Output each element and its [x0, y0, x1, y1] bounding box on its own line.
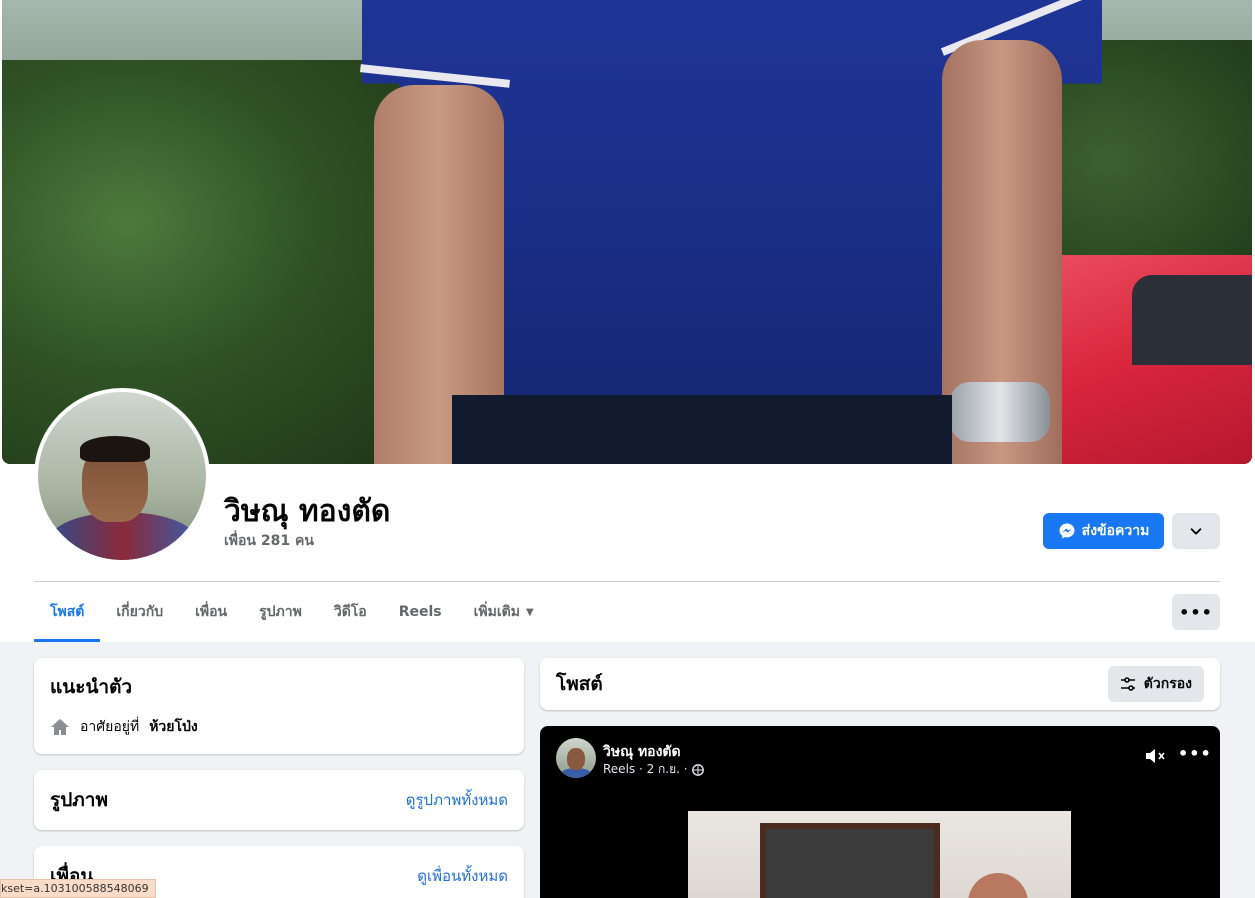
- profile-avatar[interactable]: [34, 388, 210, 564]
- status-bar-url: kset=a.103100588548069: [0, 879, 156, 898]
- reel-video[interactable]: [688, 811, 1071, 898]
- friend-count[interactable]: เพื่อน 281 คน: [224, 530, 314, 552]
- mute-button[interactable]: [1144, 746, 1166, 770]
- caret-down-icon: ▼: [525, 606, 534, 618]
- home-icon: [51, 719, 69, 735]
- tab-posts[interactable]: โพสต์: [34, 582, 101, 642]
- speaker-muted-icon: [1146, 749, 1165, 763]
- lives-in-label: อาศัยอยู่ที่: [80, 719, 140, 735]
- post-meta-text[interactable]: Reels · 2 ก.ย. ·: [603, 760, 688, 779]
- tab-about[interactable]: เกี่ยวกับ: [100, 582, 179, 642]
- lives-in-row: อาศัยอยู่ที่ ห้วยโป่ง: [50, 716, 508, 738]
- tab-videos[interactable]: วิดีโอ: [318, 582, 383, 642]
- photos-title[interactable]: รูปภาพ: [50, 785, 108, 815]
- tab-photos[interactable]: รูปภาพ: [243, 582, 318, 642]
- ellipsis-icon: •••: [1178, 744, 1212, 763]
- profile-tabs: โพสต์ เกี่ยวกับ เพื่อน รูปภาพ วิดีโอ Ree…: [34, 582, 550, 642]
- photos-card: รูปภาพ ดูรูปภาพทั้งหมด: [34, 770, 524, 830]
- more-options-button[interactable]: •••: [1172, 594, 1220, 630]
- post-author-avatar[interactable]: [556, 738, 596, 778]
- posts-title: โพสต์: [556, 673, 603, 695]
- tab-friends[interactable]: เพื่อน: [179, 582, 243, 642]
- profile-name: วิษณุ ทองตัด: [224, 494, 391, 529]
- filter-icon: [1120, 677, 1135, 691]
- tab-more[interactable]: เพิ่มเติม ▼: [458, 582, 550, 642]
- posts-header-card: โพสต์ ตัวกรอง: [540, 658, 1220, 710]
- filter-label: ตัวกรอง: [1143, 676, 1192, 692]
- chevron-down-icon: [1190, 528, 1202, 535]
- filter-button[interactable]: ตัวกรอง: [1107, 666, 1204, 702]
- post-options-button[interactable]: •••: [1178, 744, 1212, 763]
- globe-icon: [691, 763, 704, 776]
- see-all-friends-link[interactable]: ดูเพื่อนทั้งหมด: [417, 864, 508, 888]
- tab-reels[interactable]: Reels: [383, 582, 458, 642]
- profile-options-button[interactable]: [1172, 513, 1220, 549]
- see-all-photos-link[interactable]: ดูรูปภาพทั้งหมด: [406, 788, 508, 812]
- send-message-label: ส่งข้อความ: [1081, 523, 1150, 539]
- lives-in-place[interactable]: ห้วยโป่ง: [149, 716, 198, 738]
- ellipsis-icon: •••: [1179, 602, 1213, 622]
- intro-title: แนะนำตัว: [50, 676, 133, 698]
- intro-card: แนะนำตัว อาศัยอยู่ที่ ห้วยโป่ง: [34, 658, 524, 754]
- post-meta: Reels · 2 ก.ย. ·: [603, 760, 704, 779]
- cover-photo[interactable]: [2, 0, 1252, 464]
- reel-post[interactable]: วิษณุ ทองตัด Reels · 2 ก.ย. · •••: [540, 726, 1220, 898]
- send-message-button[interactable]: ส่งข้อความ: [1043, 513, 1164, 549]
- messenger-icon: [1059, 523, 1075, 539]
